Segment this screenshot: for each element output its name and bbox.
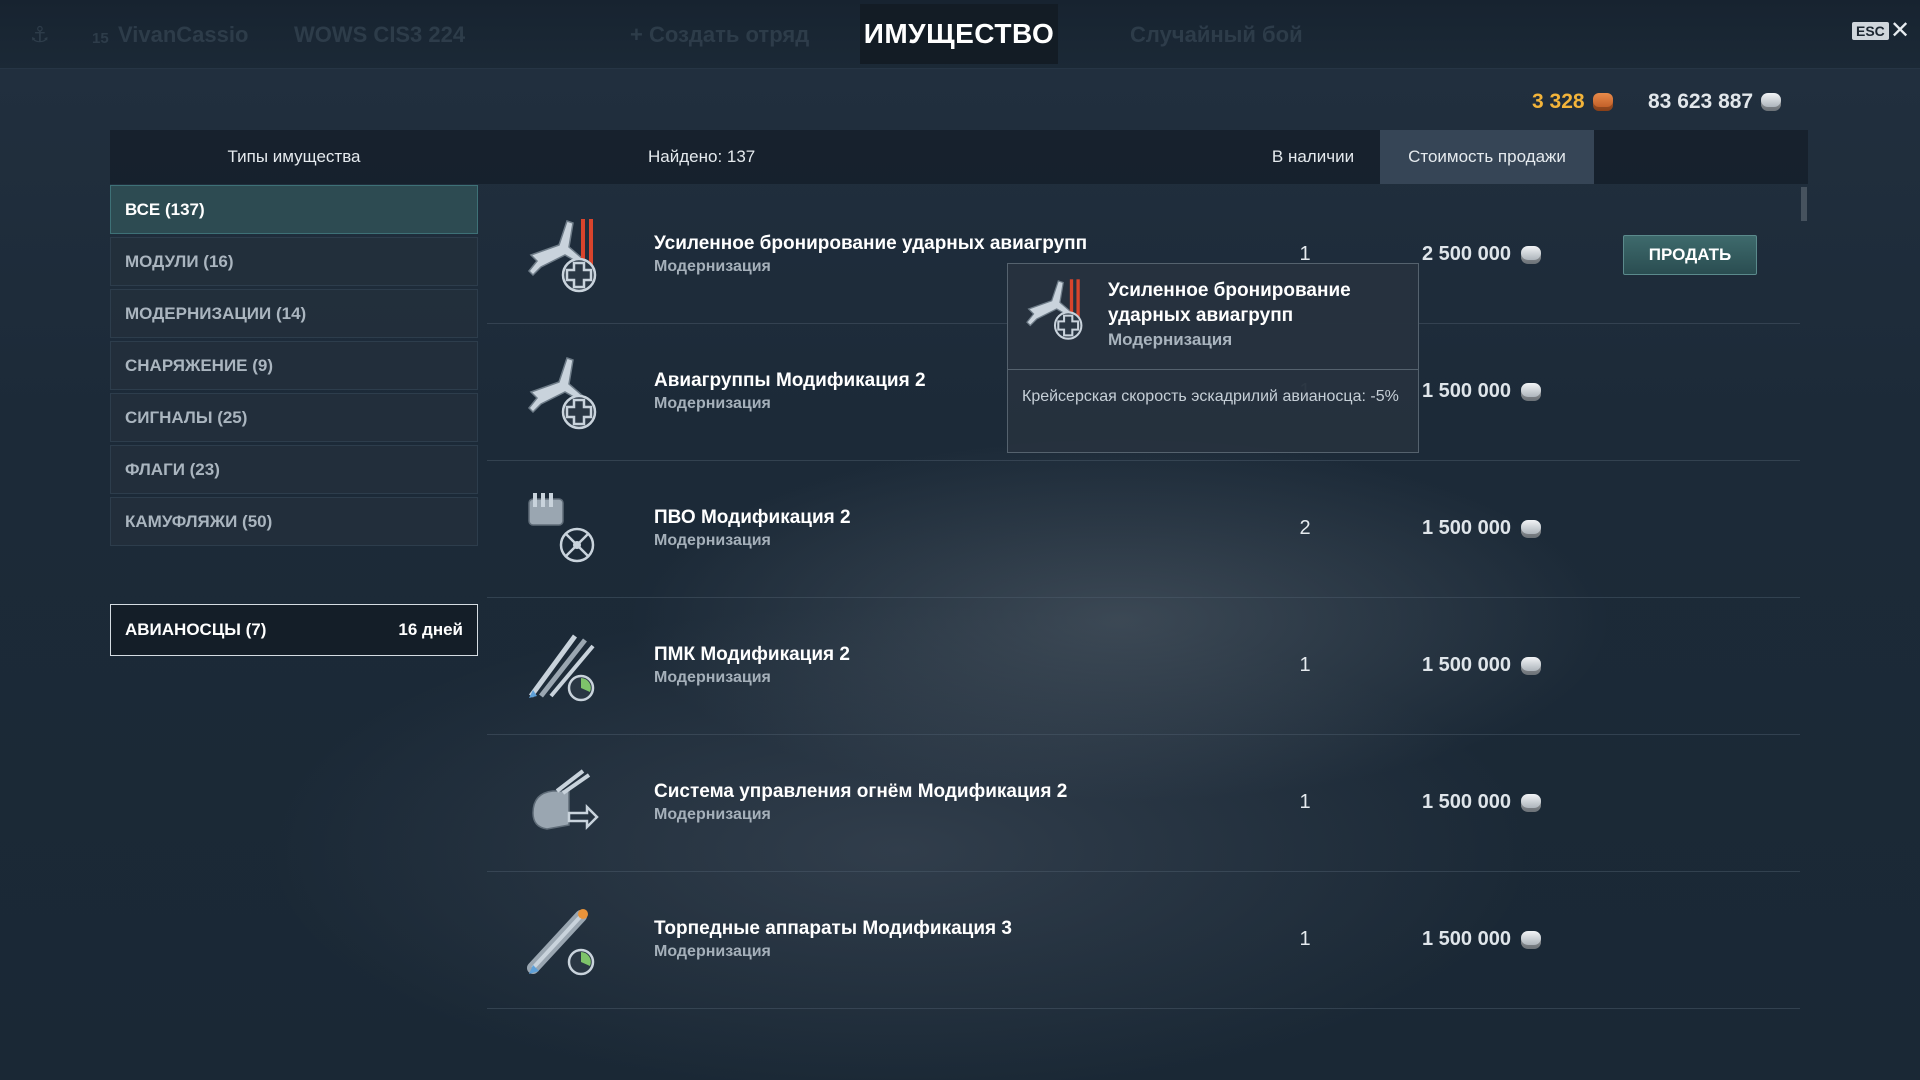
credits-icon [1761, 93, 1782, 111]
item-price: 1 500 000 [1422, 654, 1541, 677]
item-quantity: 1 [1299, 791, 1311, 813]
item-tooltip: Усиленное бронирование ударных авиагрупп… [1007, 263, 1419, 453]
item-name: Авиагруппы Модификация 2 [654, 370, 926, 391]
item-name: ПМК Модификация 2 [654, 644, 850, 665]
category-modules[interactable]: МОДУЛИ (16) [110, 237, 478, 286]
item-type: Модернизация [654, 395, 771, 412]
item-price: 1 500 000 [1422, 517, 1541, 540]
column-types: Типы имущества [227, 147, 361, 166]
item-price: 2 500 000 [1422, 243, 1541, 266]
top-bar: ⚓ 15 VivanCassio WOWS CIS 3 224 + Создат… [0, 0, 1920, 69]
credits-balance: 83 623 887 [1648, 90, 1782, 114]
faded-player-name: VivanCassio [118, 22, 249, 47]
item-price-value: 2 500 000 [1422, 243, 1511, 265]
item-type: Модернизация [654, 258, 771, 275]
faded-create-division: + Создать отряд [630, 22, 810, 47]
doubloons-balance: 3 328 [1532, 90, 1613, 114]
item-quantity: 1 [1299, 654, 1311, 676]
item-price-value: 1 500 000 [1422, 928, 1511, 950]
item-quantity: 2 [1299, 517, 1311, 539]
faded-clan-rating: 3 224 [410, 22, 466, 47]
carriers-filter-label: АВИАНОСЦЫ (7) [125, 620, 267, 639]
secondary-battery-icon [528, 634, 595, 702]
item-price-value: 1 500 000 [1422, 654, 1511, 676]
item-price: 1 500 000 [1422, 791, 1541, 814]
item-name: Усиленное бронирование ударных авиагрупп [654, 233, 1088, 254]
faded-battle-mode: Случайный бой [1130, 22, 1303, 47]
scrollbar[interactable] [1801, 187, 1807, 221]
tooltip-divider [1008, 369, 1418, 370]
table-header: Типы имущества Найдено: 137 В наличии Ст… [110, 130, 1808, 184]
item-name: ПВО Модификация 2 [654, 507, 851, 528]
item-type: Модернизация [654, 669, 771, 686]
category-all[interactable]: ВСЕ (137) [110, 185, 478, 234]
credits-icon [1520, 245, 1541, 264]
item-type: Модернизация [654, 532, 771, 549]
torpedo-tubes-icon [527, 909, 595, 976]
tooltip-type: Модернизация [1108, 330, 1233, 349]
credits-icon [1520, 930, 1541, 949]
found-count: Найдено: 137 [648, 147, 756, 166]
item-name: Торпедные аппараты Модификация 3 [654, 918, 1012, 939]
doubloon-icon [1592, 93, 1613, 111]
credits-icon [1520, 519, 1541, 538]
aircraft-armor-icon [1026, 279, 1083, 340]
list-item[interactable]: ПМК Модификация 2 Модернизация 1 1 500 0… [487, 598, 1800, 735]
fire-control-icon [532, 769, 599, 831]
tooltip-title: Усиленное бронирование ударных авиагрупп [1108, 280, 1351, 326]
close-icon[interactable]: ✕ [1890, 16, 1910, 45]
item-price-value: 1 500 000 [1422, 517, 1511, 539]
aa-guns-icon [528, 493, 595, 563]
category-consumables[interactable]: СНАРЯЖЕНИЕ (9) [110, 341, 478, 390]
item-price: 1 500 000 [1422, 380, 1541, 403]
category-signals[interactable]: СИГНАЛЫ (25) [110, 393, 478, 442]
faded-rank-icon: ⚓ [30, 22, 50, 47]
list-item[interactable]: ПВО Модификация 2 Модернизация 2 1 500 0… [487, 461, 1800, 598]
page-title: ИМУЩЕСТВО [860, 4, 1058, 64]
doubloons-value: 3 328 [1532, 90, 1585, 113]
list-item[interactable]: Система управления огнём Модификация 2 М… [487, 735, 1800, 872]
column-sell-price[interactable]: Стоимость продажи [1380, 130, 1594, 184]
credits-icon [1520, 793, 1541, 812]
credits-icon [1520, 382, 1541, 401]
aircraft-armor-icon [528, 219, 597, 293]
faded-level: 15 [92, 30, 109, 47]
air-groups-icon [528, 357, 597, 430]
item-quantity: 1 [1299, 928, 1311, 950]
credits-icon [1520, 656, 1541, 675]
category-sidebar: ВСЕ (137) МОДУЛИ (16) МОДЕРНИЗАЦИИ (14) … [110, 185, 478, 549]
list-item[interactable]: Торпедные аппараты Модификация 3 Модерни… [487, 872, 1800, 1009]
item-name: Система управления огнём Модификация 2 [654, 781, 1068, 802]
credits-value: 83 623 887 [1648, 90, 1754, 113]
category-camouflages[interactable]: КАМУФЛЯЖИ (50) [110, 497, 478, 546]
carriers-filter[interactable]: АВИАНОСЦЫ (7) 16 дней [110, 604, 478, 656]
sell-button[interactable]: ПРОДАТЬ [1623, 235, 1757, 275]
item-type: Модернизация [654, 943, 771, 960]
item-price-value: 1 500 000 [1422, 791, 1511, 813]
item-price-value: 1 500 000 [1422, 380, 1511, 402]
column-in-stock[interactable]: В наличии [1234, 130, 1392, 184]
carriers-filter-duration: 16 дней [398, 620, 463, 639]
tooltip-description: Крейсерская скорость эскадрилий авианосц… [1022, 388, 1399, 405]
faded-clan: WOWS CIS [294, 22, 411, 47]
category-upgrades[interactable]: МОДЕРНИЗАЦИИ (14) [110, 289, 478, 338]
esc-key-hint: ESC [1852, 22, 1889, 40]
item-type: Модернизация [654, 806, 771, 823]
category-flags[interactable]: ФЛАГИ (23) [110, 445, 478, 494]
item-price: 1 500 000 [1422, 928, 1541, 951]
